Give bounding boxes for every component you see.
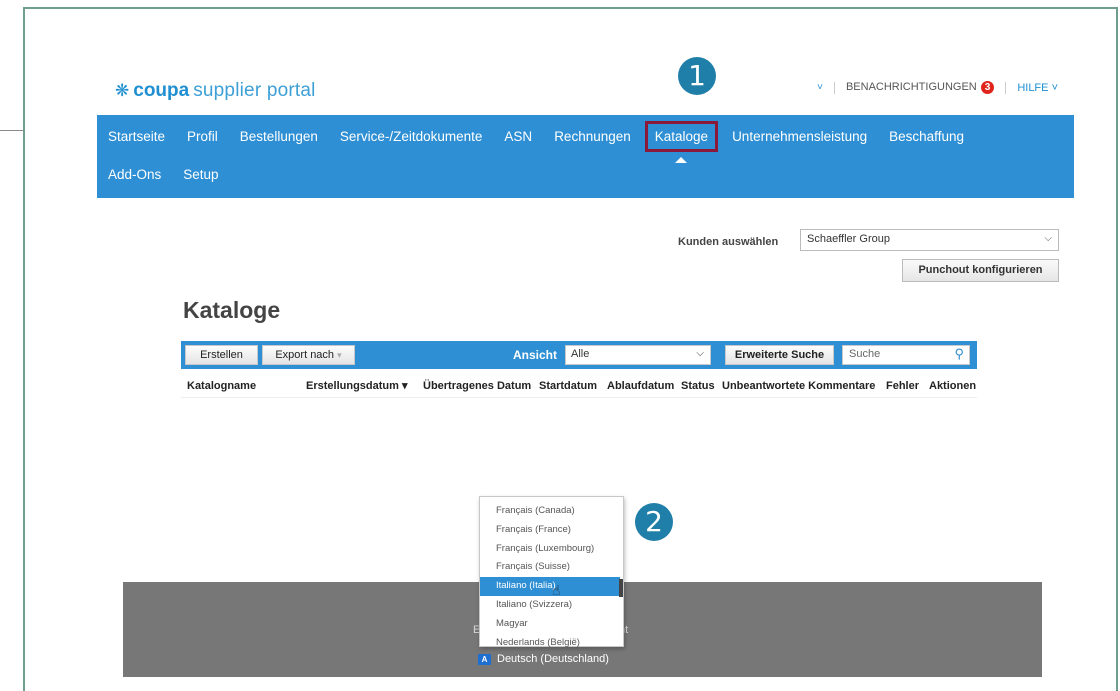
separator (1005, 81, 1007, 94)
page-title: Kataloge (183, 297, 281, 323)
language-option[interactable]: Magyar (480, 615, 623, 634)
catalog-toolbar: Erstellen Export nach ▾ Ansicht Alle ⌵ E… (181, 341, 977, 369)
chevron-down-icon: ⌵ (696, 348, 704, 359)
chevron-down-icon: ⌵ (1044, 233, 1052, 244)
nav-row-secondary: Add-Ons Setup (97, 154, 230, 194)
language-option[interactable]: Nederlands (België) (480, 634, 623, 653)
nav-item-startseite[interactable]: Startseite (97, 129, 176, 144)
nav-item-bestellungen[interactable]: Bestellungen (229, 129, 329, 144)
search-icon[interactable]: ⚲ (954, 346, 964, 362)
callout-marker-1: 1 (678, 57, 716, 95)
export-label: Export nach (275, 349, 335, 361)
column-header-uebertragenes-datum[interactable]: Übertragenes Datum (423, 380, 539, 392)
nav-item-add-ons[interactable]: Add-Ons (97, 167, 172, 182)
callout-marker-2: 2 (635, 503, 673, 541)
user-menu-chevron-icon[interactable]: ˅ (817, 82, 823, 93)
coupa-logo-icon: ❋ (115, 81, 130, 100)
view-label: Ansicht (513, 348, 558, 362)
view-select-value: Alle (571, 348, 590, 360)
punchout-configure-button[interactable]: Punchout konfigurieren (902, 259, 1059, 282)
nav-item-kataloge[interactable]: Kataloge (644, 120, 719, 163)
column-header-aktionen[interactable]: Aktionen (929, 380, 976, 392)
nav-item-unternehmensleistung[interactable]: Unternehmensleistung (721, 129, 878, 144)
notifications-link[interactable]: BENACHRICHTIGUNGEN 3 (845, 81, 995, 94)
search-placeholder: Suche (849, 348, 881, 360)
column-header-katalogname[interactable]: Katalogname (187, 380, 306, 392)
search-input[interactable]: Suche ⚲ (842, 345, 970, 365)
language-option-highlighted[interactable]: Italiano (Italia) (480, 577, 620, 596)
main-navigation: Startseite Profil Bestellungen Service-/… (97, 115, 1074, 198)
coupa-logo[interactable]: ❋ coupa supplier portal (115, 80, 316, 102)
nav-item-asn[interactable]: ASN (493, 129, 543, 144)
advanced-search-button[interactable]: Erweiterte Suche (725, 345, 834, 365)
language-flag-icon: A (478, 653, 491, 665)
notifications-label: BENACHRICHTIGUNGEN (845, 81, 977, 93)
help-label: HILFE (1017, 81, 1049, 94)
language-option[interactable]: Français (Luxembourg) (480, 540, 623, 559)
language-option[interactable]: Français (Suisse) (480, 558, 623, 577)
column-header-ablaufdatum[interactable]: Ablaufdatum (607, 380, 681, 392)
column-header-erstellungsdatum[interactable]: Erstellungsdatum ▾ (306, 379, 423, 392)
language-current-label: Deutsch (Deutschland) (497, 653, 609, 665)
nav-item-setup[interactable]: Setup (172, 167, 229, 182)
nav-row-primary: Startseite Profil Bestellungen Service-/… (97, 116, 975, 163)
nav-item-service-zeitdokumente[interactable]: Service-/Zeitdokumente (329, 129, 494, 144)
help-menu[interactable]: HILFE ˅ (1017, 82, 1058, 94)
nav-item-rechnungen[interactable]: Rechnungen (543, 129, 642, 144)
export-button[interactable]: Export nach ▾ (262, 345, 355, 365)
language-option[interactable]: Français (France) (480, 521, 623, 540)
separator (833, 81, 835, 94)
column-header-unbeantwortete-kommentare[interactable]: Unbeantwortete Kommentare (722, 380, 886, 392)
create-button[interactable]: Erstellen (185, 345, 258, 365)
notifications-badge: 3 (980, 81, 995, 94)
column-header-fehler[interactable]: Fehler (886, 380, 929, 392)
divider-line (0, 130, 24, 131)
catalog-table-header: Katalogname Erstellungsdatum ▾ Übertrage… (181, 374, 977, 398)
logo-text: supplier portal (193, 80, 316, 101)
customer-select-value: Schaeffler Group (807, 233, 890, 245)
column-header-startdatum[interactable]: Startdatum (539, 380, 607, 392)
customer-select[interactable]: Schaeffler Group ⌵ (800, 229, 1059, 251)
help-chevron-icon: ˅ (1051, 81, 1058, 94)
column-header-status[interactable]: Status (681, 380, 722, 392)
language-option[interactable]: Français (Canada) (480, 502, 623, 521)
language-dropdown: Français (Canada) Français (France) Fran… (479, 496, 624, 648)
hand-cursor-icon: ☝ (552, 583, 561, 599)
customer-select-label: Kunden auswählen (678, 236, 779, 248)
language-selector[interactable]: A Deutsch (Deutschland) (478, 653, 609, 665)
view-select[interactable]: Alle ⌵ (565, 345, 711, 365)
logo-brand: coupa (133, 80, 190, 101)
nav-item-profil[interactable]: Profil (176, 129, 229, 144)
nav-item-beschaffung[interactable]: Beschaffung (878, 129, 975, 144)
dropdown-scrollbar[interactable] (619, 579, 623, 597)
top-utility-bar: ˅ BENACHRICHTIGUNGEN 3 HILFE ˅ (817, 81, 1058, 94)
export-arrow-icon: ▾ (337, 350, 342, 360)
